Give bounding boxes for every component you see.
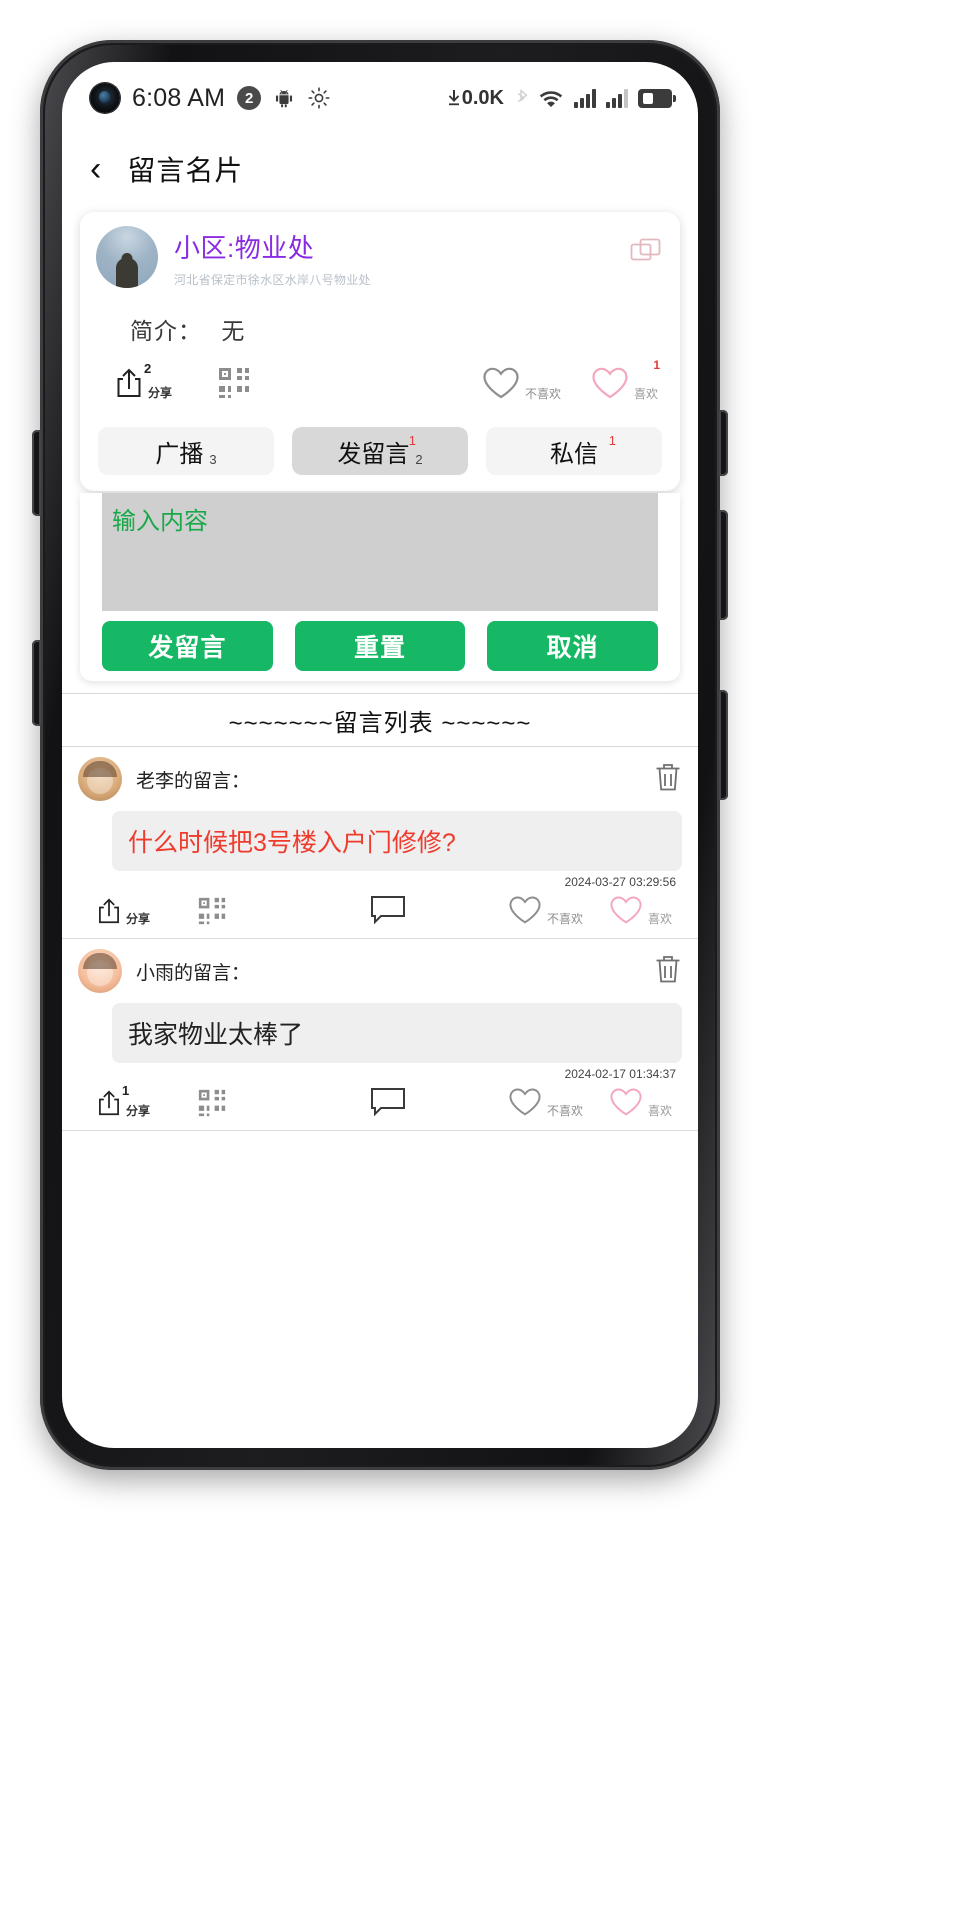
- signal-bars-sim2-icon: [606, 88, 628, 108]
- broadcast-count: 3: [209, 452, 217, 467]
- share-icon[interactable]: [96, 1089, 122, 1122]
- download-speed: 0.0K: [448, 87, 504, 110]
- camera-punch-hole-icon: [90, 83, 120, 113]
- battery-icon: [638, 88, 676, 108]
- app-header: ‹ 留言名片: [62, 134, 698, 204]
- private-message-badge: 1: [608, 433, 616, 448]
- profile-address: 河北省保定市徐水区水岸八号物业处: [174, 273, 371, 287]
- dislike-action[interactable]: 不喜欢: [508, 895, 583, 930]
- qrcode-icon[interactable]: [198, 1089, 226, 1122]
- profile-desc: 简介： 无: [130, 312, 664, 346]
- bluetooth-icon: [514, 88, 528, 108]
- private-message-label: 私信: [550, 440, 598, 468]
- copy-icon[interactable]: [630, 238, 662, 271]
- like-label: 喜欢: [633, 387, 658, 401]
- profile-desc-label: 简介：: [130, 318, 202, 344]
- comment-icon[interactable]: [370, 1087, 406, 1122]
- download-arrow-icon: [448, 90, 459, 106]
- notification-badge-icon: 2: [237, 86, 262, 110]
- brightness-icon: [307, 86, 331, 110]
- heart-outline-icon[interactable]: [482, 366, 520, 405]
- message-text: 什么时候把3号楼入户门修修?: [112, 811, 682, 871]
- qrcode-icon[interactable]: [218, 367, 250, 404]
- qrcode-icon[interactable]: [198, 897, 226, 930]
- share-label: 分享: [126, 912, 151, 926]
- like-count: 1: [653, 358, 660, 372]
- phone-frame: 6:08 AM 2 0.0K ‹ 留言名片 小区:物业处 河北省保定市徐水区水岸…: [32, 40, 728, 1470]
- share-action[interactable]: 分享: [96, 897, 150, 930]
- message-list-header: ~~~~~~~留言列表 ~~~~~~: [62, 693, 698, 747]
- heart-pink-icon[interactable]: [609, 1087, 643, 1122]
- share-count: 2: [144, 361, 152, 376]
- message-timestamp: 2024-02-17 01:34:37: [564, 1067, 676, 1081]
- profile-desc-value: 无: [221, 318, 246, 344]
- android-icon: [273, 87, 295, 109]
- message-author: 小雨的留言：: [136, 962, 251, 984]
- phone-screen: 6:08 AM 2 0.0K ‹ 留言名片 小区:物业处 河北省保定市徐水区水岸…: [62, 62, 698, 1448]
- heart-outline-icon[interactable]: [508, 895, 542, 930]
- cancel-button[interactable]: 取消: [487, 621, 659, 671]
- signal-bars-sim1-icon: [574, 88, 596, 108]
- profile-name[interactable]: 小区:物业处: [174, 228, 371, 265]
- like-label: 喜欢: [647, 912, 672, 926]
- download-speed-value: 0.0K: [461, 86, 504, 109]
- delete-icon[interactable]: [654, 761, 682, 798]
- post-message-badge: 1: [408, 433, 416, 448]
- like-action[interactable]: 1 喜欢: [591, 358, 660, 405]
- status-time: 6:08 AM: [132, 83, 226, 112]
- post-message-count: 2: [415, 452, 423, 467]
- share-action[interactable]: 2 分享: [114, 361, 173, 404]
- compose-panel: 输入内容 发留言 重置 取消: [80, 493, 680, 681]
- side-button-volume[interactable]: [719, 510, 728, 620]
- status-bar: 6:08 AM 2 0.0K: [62, 62, 698, 134]
- like-label: 喜欢: [647, 1104, 672, 1118]
- post-message-button[interactable]: 发留言 1 2: [292, 427, 468, 475]
- share-label: 分享: [148, 386, 173, 400]
- dislike-label: 不喜欢: [546, 912, 583, 926]
- heart-outline-icon[interactable]: [508, 1087, 542, 1122]
- avatar[interactable]: [78, 949, 122, 993]
- private-message-button[interactable]: 私信 1: [486, 427, 662, 475]
- side-button-left-lower[interactable]: [32, 640, 41, 726]
- dislike-action[interactable]: 不喜欢: [482, 366, 561, 405]
- message-text: 我家物业太棒了: [112, 1003, 682, 1063]
- side-button-right-mute[interactable]: [719, 410, 728, 476]
- heart-pink-icon[interactable]: [609, 895, 643, 930]
- message-author: 老李的留言：: [136, 770, 251, 792]
- share-icon[interactable]: [114, 367, 144, 404]
- like-action[interactable]: 喜欢: [609, 895, 672, 930]
- dislike-label: 不喜欢: [524, 387, 561, 401]
- message-input[interactable]: 输入内容: [102, 493, 658, 611]
- profile-meta-row: 2 分享 不喜欢 1 喜欢: [96, 358, 664, 405]
- broadcast-label: 广播: [155, 440, 204, 468]
- share-label: 分享: [126, 1104, 151, 1118]
- side-button-left-upper[interactable]: [32, 430, 41, 516]
- screenshot-stage: 6:08 AM 2 0.0K ‹ 留言名片 小区:物业处 河北省保定市徐水区水岸…: [0, 0, 960, 1920]
- submit-message-button[interactable]: 发留言: [102, 621, 273, 671]
- dislike-label: 不喜欢: [546, 1104, 583, 1118]
- page-title: 留言名片: [127, 155, 244, 186]
- message-list-item: 小雨的留言： 我家物业太棒了 2024-02-17 01:34:37 1 分享 …: [62, 939, 698, 1131]
- share-action[interactable]: 1 分享: [96, 1083, 151, 1122]
- delete-icon[interactable]: [654, 953, 682, 990]
- broadcast-button[interactable]: 广播 3: [98, 427, 274, 475]
- reset-button[interactable]: 重置: [294, 621, 466, 671]
- heart-pink-icon[interactable]: [591, 366, 629, 405]
- message-list-item: 老李的留言： 什么时候把3号楼入户门修修? 2024-03-27 03:29:5…: [62, 747, 698, 939]
- profile-card: 小区:物业处 河北省保定市徐水区水岸八号物业处 简介： 无 2 分享 不喜欢 1…: [80, 212, 680, 491]
- wifi-icon: [538, 88, 564, 108]
- dislike-action[interactable]: 不喜欢: [508, 1087, 583, 1122]
- share-count: 1: [122, 1083, 130, 1098]
- back-button[interactable]: ‹: [90, 152, 101, 186]
- avatar[interactable]: [96, 226, 158, 288]
- comment-icon[interactable]: [370, 895, 406, 930]
- side-button-power[interactable]: [719, 690, 728, 800]
- profile-action-buttons: 广播 3 发留言 1 2 私信 1: [96, 427, 664, 475]
- like-action[interactable]: 喜欢: [609, 1087, 672, 1122]
- post-message-label: 发留言: [337, 440, 410, 468]
- avatar[interactable]: [78, 757, 122, 801]
- message-timestamp: 2024-03-27 03:29:56: [564, 875, 676, 889]
- share-icon[interactable]: [96, 897, 122, 930]
